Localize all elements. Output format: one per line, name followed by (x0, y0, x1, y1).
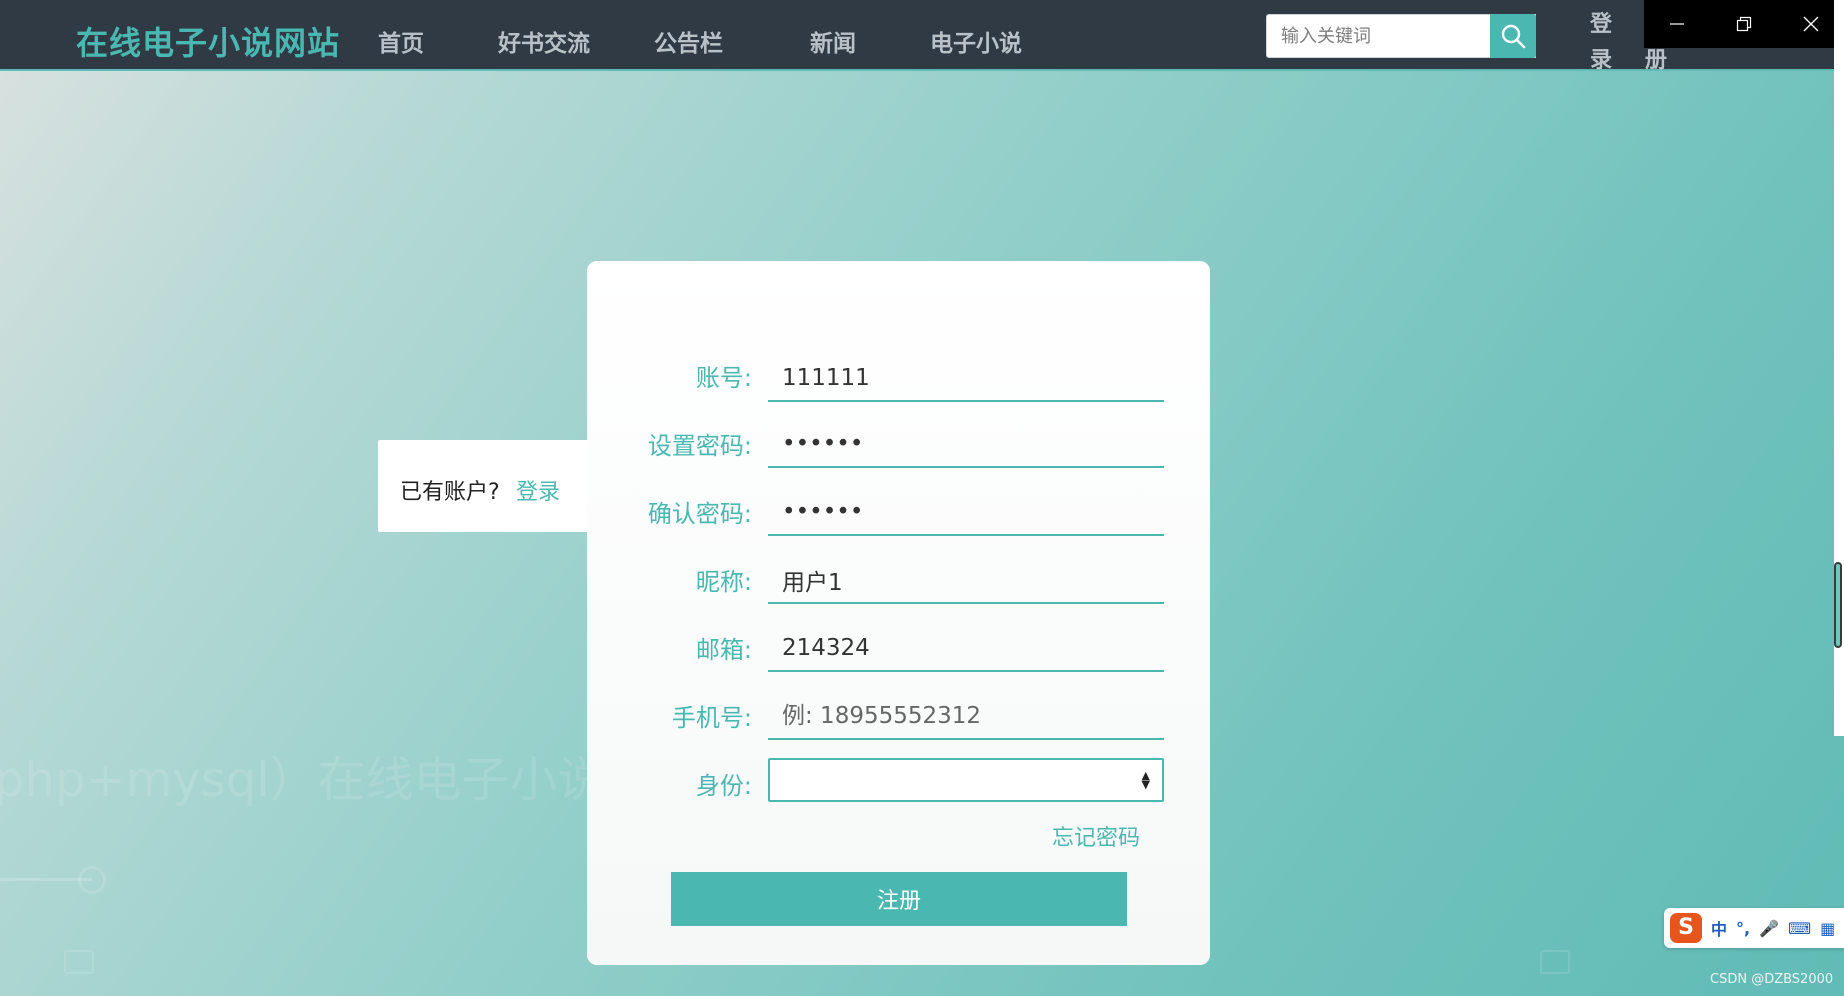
restore-button[interactable] (1711, 0, 1777, 48)
search-icon (1501, 24, 1526, 49)
phone-input[interactable] (768, 694, 1164, 740)
register-submit-button[interactable]: 注册 (671, 872, 1127, 926)
search-button[interactable] (1490, 14, 1536, 58)
ime-chinese-mode[interactable]: 中 (1711, 916, 1727, 940)
nickname-label: 昵称: (695, 568, 752, 596)
confirm-password-input[interactable] (768, 490, 1164, 536)
nav-ebook-novels[interactable]: 电子小说 (930, 24, 1022, 58)
role-label: 身份: (695, 772, 752, 800)
background-caption-icon (64, 950, 94, 974)
ime-keyboard-icon[interactable]: ⌨ (1788, 919, 1811, 938)
phone-label: 手机号: (671, 704, 752, 732)
role-select[interactable]: ▲ ▼ (768, 758, 1164, 802)
login-hint-link[interactable]: 登录 (516, 474, 560, 506)
window-controls (1644, 0, 1844, 48)
background-slider-knob (78, 866, 106, 894)
password-input[interactable] (768, 422, 1164, 468)
login-link-char-2[interactable]: 录 (1590, 42, 1612, 74)
login-hint-text: 已有账户? (400, 480, 500, 505)
sogou-logo-icon[interactable]: S (1670, 913, 1702, 943)
login-link-char-1[interactable]: 登 (1590, 6, 1612, 38)
ime-microphone-icon[interactable]: 🎤 (1759, 919, 1779, 938)
nav-news[interactable]: 新闻 (810, 24, 856, 58)
restore-icon (1736, 16, 1752, 32)
nickname-input[interactable] (768, 558, 1164, 604)
nav-home[interactable]: 首页 (378, 24, 424, 58)
email-input[interactable] (768, 626, 1164, 672)
ime-grid-icon[interactable]: ▦ (1820, 919, 1835, 938)
account-input[interactable] (768, 356, 1164, 402)
csdn-watermark: CSDN @DZBS2000 (1710, 972, 1834, 987)
account-label: 账号: (695, 364, 752, 392)
password-label: 设置密码: (647, 432, 752, 460)
login-hint-card: 已有账户? 登录 (378, 440, 588, 532)
nav-book-exchange[interactable]: 好书交流 (498, 24, 590, 58)
select-arrows-icon: ▲ ▼ (1141, 769, 1150, 791)
nav-bulletin-board[interactable]: 公告栏 (654, 24, 723, 58)
ime-toolbar: S 中 °, 🎤 ⌨ ▦ (1664, 908, 1844, 948)
top-navbar: 在线电子小说网站 首页 好书交流 公告栏 新闻 电子小说 登 录 册 (0, 0, 1844, 74)
close-icon (1803, 16, 1819, 32)
minimize-icon (1670, 23, 1684, 25)
background-faint-title: php+mysql）在线电子小说 (0, 752, 606, 808)
forgot-password-link[interactable]: 忘记密码 (1052, 820, 1140, 852)
scrollbar-thumb[interactable] (1834, 562, 1842, 648)
email-label: 邮箱: (695, 636, 752, 664)
site-logo-title[interactable]: 在线电子小说网站 (76, 18, 340, 64)
minimize-button[interactable] (1644, 0, 1710, 48)
background-screen-icon (1540, 950, 1570, 974)
confirm-password-label: 确认密码: (647, 500, 752, 528)
ime-punctuation-icon[interactable]: °, (1736, 919, 1750, 938)
